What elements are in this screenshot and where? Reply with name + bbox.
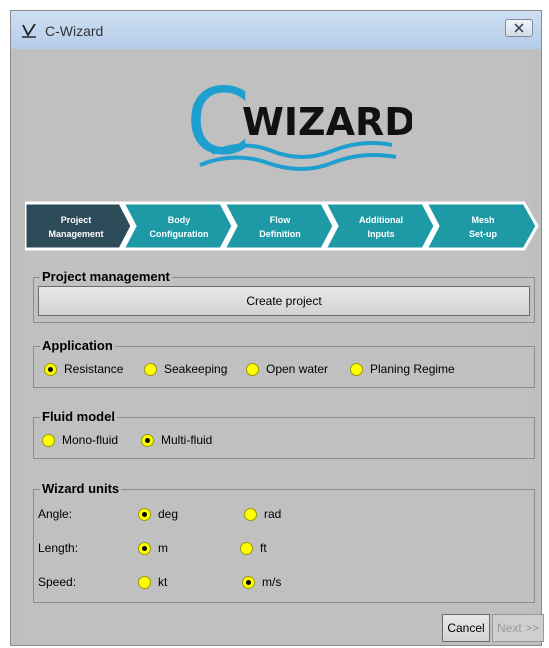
- step-additional-inputs[interactable]: Additional Inputs: [322, 201, 437, 251]
- window-title: C-Wizard: [45, 23, 104, 39]
- angle-label: Angle:: [38, 507, 73, 521]
- radio-angle-deg[interactable]: deg: [138, 507, 178, 521]
- radio-label: ft: [260, 541, 267, 555]
- step-flow-definition[interactable]: Flow Definition: [221, 201, 336, 251]
- radio-length-m[interactable]: m: [138, 541, 168, 555]
- step-label-line1: Project: [61, 215, 92, 225]
- c-wizard-window: C-Wizard C WIZARD Project Management Bod…: [10, 10, 544, 646]
- radio-label: rad: [264, 507, 282, 521]
- radio-dot: [138, 575, 151, 589]
- radio-dot: [350, 362, 363, 376]
- radio-label: Planing Regime: [370, 362, 455, 376]
- radio-open-water[interactable]: Open water: [246, 362, 328, 376]
- create-project-button[interactable]: Create project: [38, 286, 530, 316]
- radio-dot: [138, 541, 151, 555]
- radio-label: m/s: [262, 575, 282, 589]
- radio-label: Resistance: [64, 362, 124, 376]
- radio-multi-fluid[interactable]: Multi-fluid: [141, 433, 212, 447]
- radio-dot: [144, 362, 157, 376]
- cancel-button[interactable]: Cancel: [442, 614, 490, 642]
- radio-dot: [141, 433, 154, 447]
- step-mesh-set-up[interactable]: Mesh Set-up: [423, 201, 539, 251]
- radio-label: deg: [158, 507, 179, 521]
- step-label-line1: Additional: [359, 215, 403, 225]
- next-button[interactable]: Next >>: [492, 614, 544, 642]
- radio-angle-rad[interactable]: rad: [244, 507, 281, 521]
- step-label-line1: Mesh: [471, 215, 494, 225]
- radio-mono-fluid[interactable]: Mono-fluid: [42, 433, 118, 447]
- step-label-line2: Set-up: [469, 229, 498, 239]
- radio-dot: [242, 575, 255, 589]
- step-body-configuration[interactable]: Body Configuration: [120, 201, 235, 251]
- step-label-line2: Management: [48, 229, 103, 239]
- wizard-units-group: Wizard units Angle: deg rad Length: m ft…: [33, 481, 535, 603]
- speed-label: Speed:: [38, 575, 77, 589]
- radio-dot: [138, 507, 151, 521]
- step-label-line2: Configuration: [150, 229, 209, 239]
- length-label: Length:: [38, 541, 79, 555]
- app-icon: [22, 23, 36, 38]
- radio-length-ft[interactable]: ft: [240, 541, 267, 555]
- step-label-line2: Definition: [259, 229, 301, 239]
- radio-dot: [240, 541, 253, 555]
- radio-speed-ms[interactable]: m/s: [242, 575, 281, 589]
- radio-planing-regime[interactable]: Planing Regime: [350, 362, 455, 376]
- radio-seakeeping[interactable]: Seakeeping: [144, 362, 227, 376]
- radio-label: m: [158, 541, 168, 555]
- radio-dot: [246, 362, 259, 376]
- radio-dot: [244, 507, 257, 521]
- radio-dot: [42, 433, 55, 447]
- wizard-steps: Project Management Body Configuration Fl…: [25, 201, 539, 251]
- c-wizard-logo: C WIZARD: [186, 75, 412, 175]
- logo-text: WIZARD: [242, 100, 412, 144]
- close-icon: [514, 23, 524, 33]
- group-title: Fluid model: [40, 409, 117, 424]
- group-title: Wizard units: [40, 481, 122, 496]
- radio-label: Multi-fluid: [161, 433, 213, 447]
- radio-resistance[interactable]: Resistance: [44, 362, 123, 376]
- radio-label: Open water: [266, 362, 329, 376]
- group-title: Project management: [40, 269, 172, 284]
- close-button[interactable]: [505, 19, 533, 37]
- radio-speed-kt[interactable]: kt: [138, 575, 167, 589]
- step-label-line2: Inputs: [368, 229, 395, 239]
- application-group: Application Resistance Seakeeping Open w…: [33, 338, 535, 388]
- radio-label: Mono-fluid: [62, 433, 119, 447]
- radio-dot: [44, 362, 57, 376]
- title-bar[interactable]: C-Wizard: [11, 11, 541, 49]
- group-title: Application: [40, 338, 115, 353]
- radio-label: Seakeeping: [164, 362, 228, 376]
- wizard-content: C WIZARD Project Management Body Configu…: [19, 49, 544, 642]
- step-label-line1: Body: [168, 215, 191, 225]
- fluid-model-group: Fluid model Mono-fluid Multi-fluid: [33, 409, 535, 459]
- project-management-group: Project management Create project: [33, 269, 535, 323]
- step-project-management[interactable]: Project Management: [25, 201, 134, 251]
- radio-label: kt: [158, 575, 168, 589]
- step-label-line1: Flow: [270, 215, 291, 225]
